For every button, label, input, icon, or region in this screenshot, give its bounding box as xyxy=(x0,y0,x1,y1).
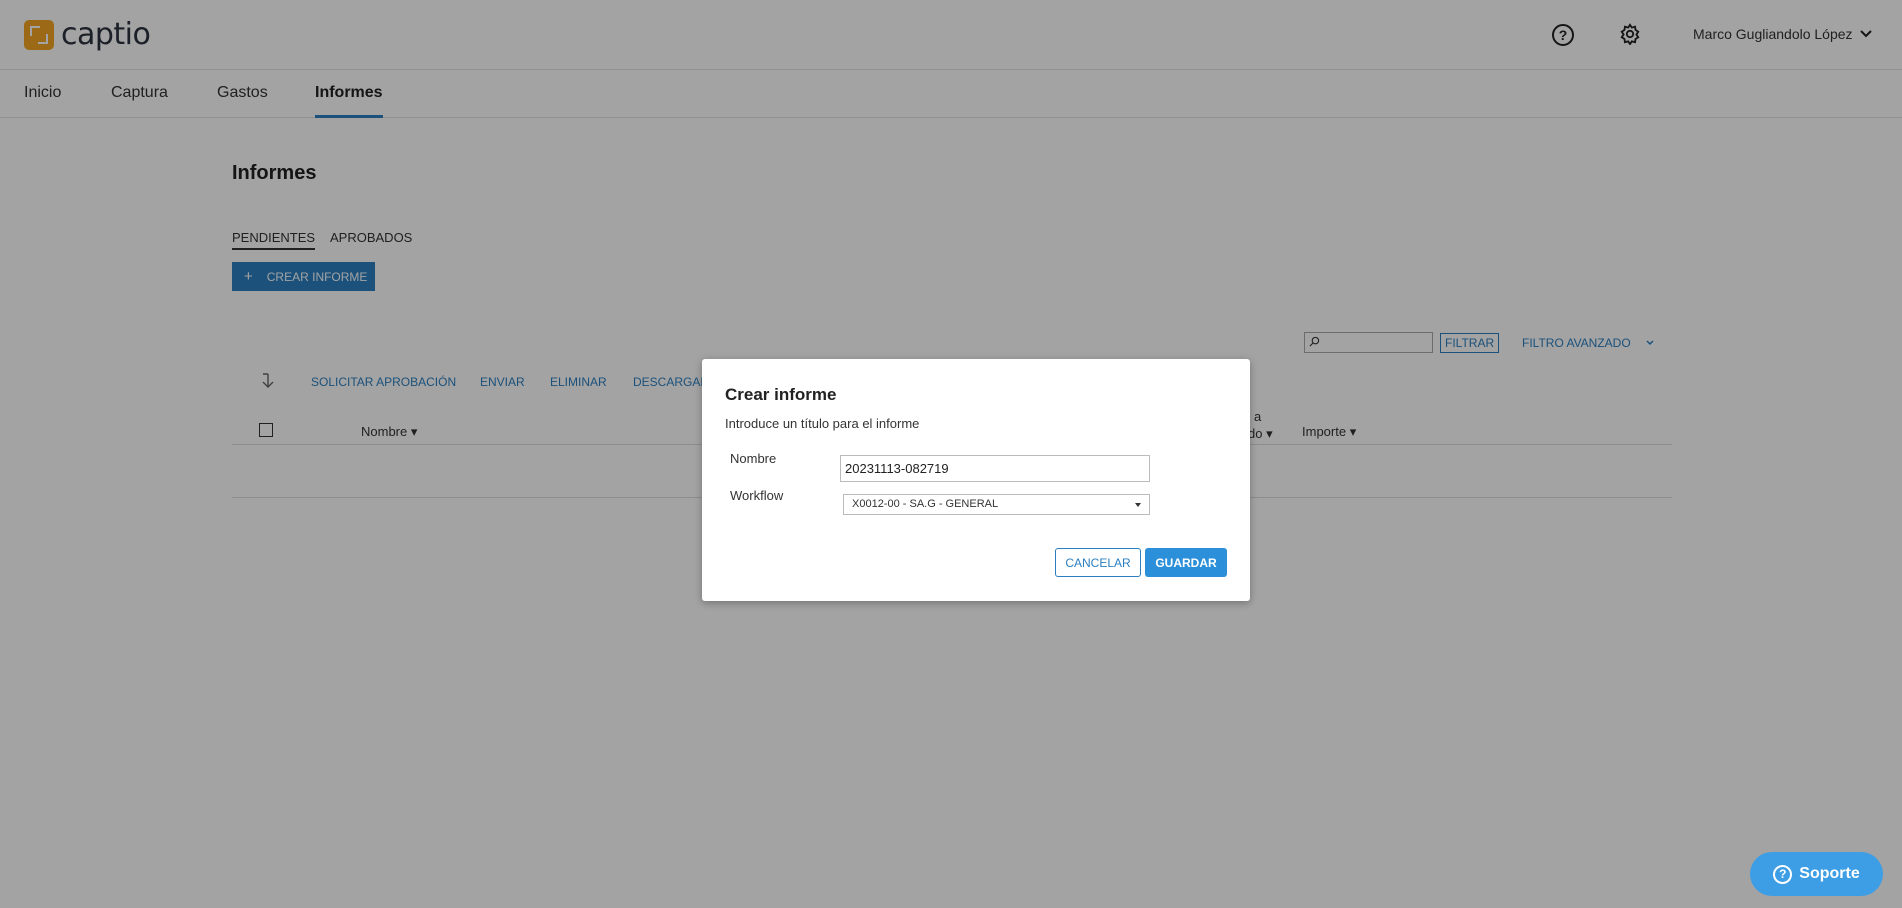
create-report-dialog: Crear informe Introduce un título para e… xyxy=(702,359,1250,601)
support-button[interactable]: ? Soporte xyxy=(1750,852,1883,896)
dialog-subtitle: Introduce un título para el informe xyxy=(725,416,920,431)
dialog-title: Crear informe xyxy=(725,385,837,404)
caret-down-icon xyxy=(1135,503,1141,507)
workflow-selected-value: X0012-00 - SA.G - GENERAL xyxy=(852,498,999,510)
name-label: Nombre xyxy=(730,451,777,466)
question-circle-icon: ? xyxy=(1773,864,1793,884)
save-button[interactable]: GUARDAR xyxy=(1145,548,1227,577)
workflow-label: Workflow xyxy=(730,488,784,503)
support-label: Soporte xyxy=(1799,865,1860,882)
name-input[interactable] xyxy=(840,455,1150,482)
workflow-select[interactable]: X0012-00 - SA.G - GENERAL xyxy=(843,494,1150,515)
cancel-button[interactable]: CANCELAR xyxy=(1055,548,1141,577)
